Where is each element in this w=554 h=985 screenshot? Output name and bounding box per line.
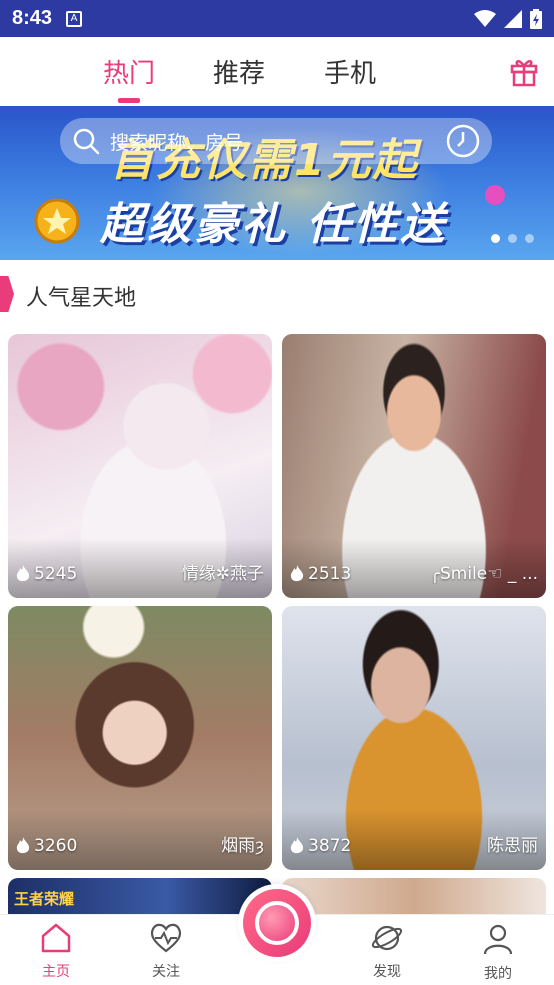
status-icons bbox=[474, 8, 542, 29]
viewer-count-value: 2513 bbox=[308, 564, 352, 584]
battery-icon bbox=[530, 8, 542, 29]
flame-icon bbox=[16, 837, 30, 854]
section-marker bbox=[0, 276, 14, 312]
viewer-count: 5245 bbox=[16, 564, 77, 584]
nav-discover[interactable]: 发现 bbox=[352, 923, 422, 981]
streamer-name: 烟雨ȝ bbox=[221, 836, 264, 856]
tab-hot[interactable]: 热门 bbox=[103, 53, 155, 90]
promo-banner[interactable]: 首充仅需1元起 超级豪礼 任性送 搜索昵称、房号 bbox=[0, 106, 554, 260]
top-tab-bar: 热门 推荐 手机 bbox=[0, 37, 554, 106]
viewer-count: 3872 bbox=[290, 836, 351, 856]
streamer-card[interactable]: 3260 烟雨ȝ bbox=[8, 606, 272, 870]
planet-icon bbox=[371, 925, 403, 951]
history-clock-icon[interactable] bbox=[446, 124, 480, 158]
viewer-count-value: 5245 bbox=[34, 564, 78, 584]
nav-discover-label: 发现 bbox=[373, 964, 401, 980]
camera-lens-inner bbox=[255, 901, 299, 945]
flame-icon bbox=[290, 837, 304, 854]
section-title: 人气星天地 bbox=[26, 286, 137, 311]
search-placeholder: 搜索昵称、房号 bbox=[110, 131, 244, 154]
search-icon bbox=[73, 128, 100, 155]
streamer-name: ╭Smile☜ _ ... bbox=[429, 564, 538, 584]
streamer-card-partial[interactable]: 王者荣耀 bbox=[8, 878, 272, 918]
user-icon bbox=[483, 924, 513, 955]
search-bar[interactable]: 搜索昵称、房号 bbox=[60, 118, 492, 164]
tab-active-indicator bbox=[118, 98, 140, 103]
viewer-count: 2513 bbox=[290, 564, 351, 584]
nav-follow-label: 关注 bbox=[152, 964, 180, 980]
game-label: 王者荣耀 bbox=[14, 890, 75, 908]
home-icon bbox=[41, 923, 71, 953]
nav-mine[interactable]: 我的 bbox=[463, 923, 533, 983]
streamer-card[interactable]: 5245 情缘✲燕子 bbox=[8, 334, 272, 598]
wifi-icon bbox=[474, 9, 496, 27]
camera-lens-icon bbox=[243, 889, 311, 957]
nav-follow[interactable]: 关注 bbox=[131, 923, 201, 981]
tab-recommend[interactable]: 推荐 bbox=[213, 53, 265, 90]
tab-mobile[interactable]: 手机 bbox=[324, 53, 376, 90]
streamer-card[interactable]: 2513 ╭Smile☜ _ ... bbox=[282, 334, 546, 598]
viewer-count-value: 3872 bbox=[308, 836, 352, 856]
flame-icon bbox=[290, 565, 304, 582]
go-live-button[interactable] bbox=[238, 884, 316, 962]
section-header: 人气星天地 bbox=[0, 270, 554, 320]
streamer-card[interactable]: 3872 陈思丽 bbox=[282, 606, 546, 870]
gift-icon[interactable] bbox=[508, 55, 540, 87]
streamer-name: 情缘✲燕子 bbox=[181, 564, 264, 584]
streamer-name: 陈思丽 bbox=[487, 836, 538, 856]
flame-icon bbox=[16, 565, 30, 582]
status-bar: 8:43 A bbox=[0, 0, 554, 37]
banner-pager bbox=[491, 234, 534, 243]
banner-subheadline: 超级豪礼 任性送 bbox=[100, 199, 448, 250]
pager-dot[interactable] bbox=[525, 234, 534, 243]
signal-icon bbox=[504, 9, 522, 28]
heart-pulse-icon bbox=[150, 923, 182, 953]
viewer-count: 3260 bbox=[16, 836, 77, 856]
nav-home[interactable]: 主页 bbox=[21, 923, 91, 981]
coin-icon bbox=[34, 198, 80, 244]
notification-icon: A bbox=[66, 10, 83, 27]
streamer-card-partial[interactable] bbox=[282, 878, 546, 918]
pager-dot[interactable] bbox=[508, 234, 517, 243]
pager-dot[interactable] bbox=[491, 234, 500, 243]
nav-home-label: 主页 bbox=[42, 964, 70, 980]
nav-mine-label: 我的 bbox=[484, 966, 512, 982]
viewer-count-value: 3260 bbox=[34, 836, 78, 856]
status-time: 8:43 bbox=[12, 7, 53, 29]
banner-decoration-icon bbox=[485, 185, 505, 205]
